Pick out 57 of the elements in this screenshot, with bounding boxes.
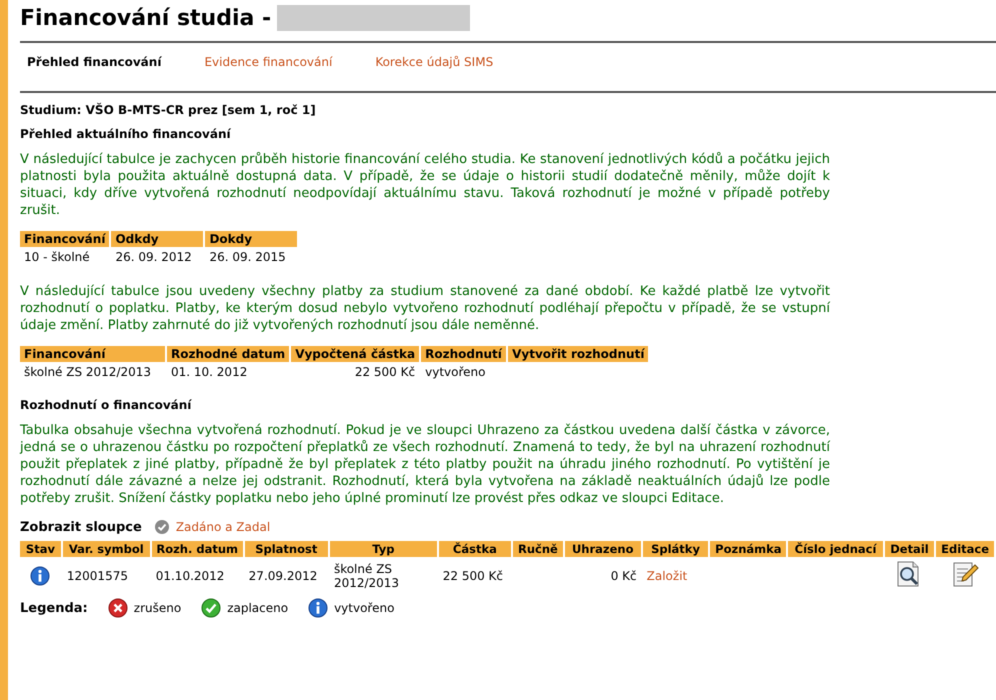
tab[interactable]: Přehled financování [27,55,162,69]
column-header: Detail [884,541,934,557]
column-header: Rozhodné datum [167,346,290,362]
column-header: Var. symbol [62,541,150,557]
column-header: Částka [438,541,512,557]
info-icon [308,598,328,618]
column-header: Uhrazeno [564,541,641,557]
table-cell-text: 10 - školné [23,249,91,266]
table-cell-text: 01.10.2012 [154,568,226,584]
show-columns-label: Zobrazit sloupce [20,520,142,534]
table-cell-text: 26. 09. 2012 [114,249,193,266]
column-header: Rozhodnutí [421,346,506,362]
info-paragraph: V následující tabulce jsou uvedeny všechny platby za studium stanovené za dané období. Ke každé platbě lze vytvořit rozhodnutí o poplatku. Platby, ke kterým dosud nebylo vytvořeno rozhodnutí podléhají přepočtu v případě, že se vstupní údaje změní. Platby zahrnuté do již vytvořených rozhodnutí jsou dále neměnné. [20,283,830,334]
info-paragraph: Tabulka obsahuje všechna vytvořená rozhodnutí. Pokud je ve sloupci Uhrazeno za částkou uvedena další částka v závorce, jedná se o uhrazenou částku po rozpočtení přeplatků ze všech rozhodnutí. Znamená to tedy, že byl na uhrazení rozhodnutí použit přeplatek z jiné platby, případně že byl přeplatek z této platby použit na úhradu jiného rozhodnutí. Po vytištění je rozhodnutí dále závazné a nelze jej odstranit. Rozhodnutí, která byla vytvořena na základě neaktuálních údajů lze podle potřeby zrušit. Snížení částky poplatku nebo jeho úplné prominutí lze provést přes odkaz ve sloupci Editace. [20,422,830,507]
document-pencil-icon[interactable] [951,560,980,588]
legend-text: vytvořeno [334,601,394,615]
column-header: Ručně [513,541,563,557]
column-header: Financování [20,231,110,247]
info-icon [30,566,50,586]
section-heading: Přehled aktuálního financování [20,127,232,141]
column-header: Vypočtená částka [291,346,420,362]
legend-text: zrušeno [134,601,182,615]
column-header: Splatnost [244,541,328,557]
check-icon [154,519,170,535]
column-header: Typ [330,541,437,557]
table-cell-text: 01. 10. 2012 [170,364,248,381]
page-title: Financování studia - [20,6,272,30]
column-header: Odkdy [111,231,204,247]
table-cell-text: 22 500 Kč [354,364,416,381]
table-cell-text: vytvořeno [424,364,486,381]
column-header: Poznámka [710,541,786,557]
column-header: Splátky [642,541,708,557]
show-columns-link[interactable]: Zadáno a Zadal [176,520,270,534]
table-cell-text: 27.09.2012 [248,568,318,584]
study-heading: Studium: VŠO B-MTS-CR prez [sem 1, roč 1] [20,103,317,117]
column-header: Rozh. datum [152,541,243,557]
table-cell-text: školné ZS 2012/2013 [23,364,152,381]
column-header: Číslo jednací [788,541,883,557]
table-cell-text: 0 Kč [610,568,638,584]
column-header: Financování [20,346,165,362]
column-header: Editace [936,541,994,557]
create-link[interactable]: Založit [646,568,688,582]
column-header: Dokdy [205,231,298,247]
tab[interactable]: Evidence financování [204,55,332,69]
check-icon [201,598,222,618]
section-heading: Rozhodnutí o financování [20,398,193,412]
column-header: Vytvořit rozhodnutí [508,346,648,362]
column-header: Stav [20,541,61,557]
legend-label: Legenda: [20,600,88,616]
info-paragraph: V následující tabulce je zachycen průběh historie financování celého studia. Ke stanovení jednotlivých kódů a počátku jejich platnosti byla použita aktuálně dostupná data. V případě, že se údaje o historii studií dodatečně měnily, může dojít k situaci, kdy dříve vytvořená rozhodnutí neodpovídají aktuálnímu stavu. Taková rozhodnutí je možné v případě potřeby zrušit. [20,151,830,219]
table-cell-text: 26. 09. 2015 [208,249,287,266]
table-cell-text: 22 500 Kč [442,568,504,584]
table-cell-text: školné ZS 2012/2013 [334,562,400,590]
table-cell-text: 12001575 [66,568,129,584]
legend-text: zaplaceno [227,601,288,615]
cross-icon [108,598,128,618]
tab[interactable]: Korekce údajů SIMS [375,55,494,69]
